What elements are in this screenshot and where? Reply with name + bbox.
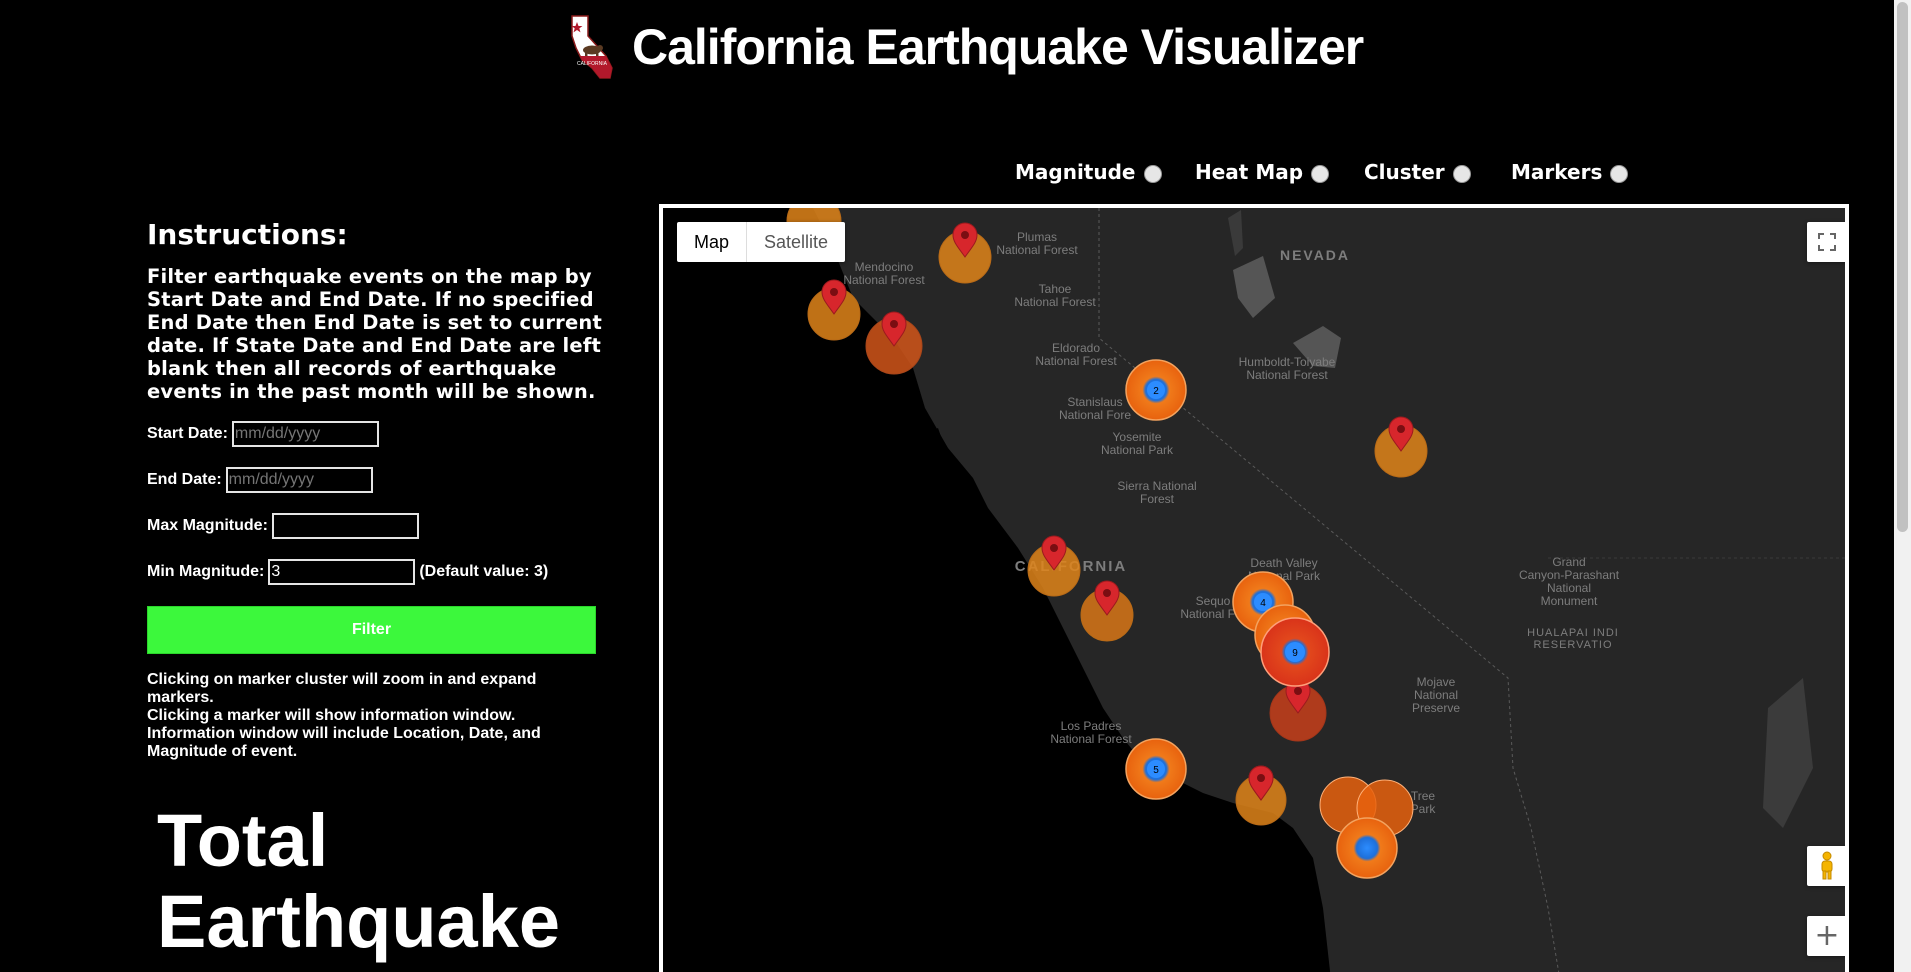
heat-map-radio[interactable] [1311,164,1330,183]
end-date-input[interactable] [225,467,373,493]
street-view-pegman-button[interactable] [1807,846,1845,886]
app-title: California Earthquake Visualizer [632,19,1364,75]
label-grand-canyon-3: National [1547,581,1591,595]
label-eldorado-1: Eldorado [1052,341,1100,355]
cluster-count: 5 [1153,765,1159,776]
earthquake-map[interactable]: NEVADA CALIFORNIA Plumas National Forest… [659,204,1849,972]
california-flag-state-icon: CALIFORNIA [571,15,613,79]
label-hualapai-1: HUALAPAI INDI [1527,627,1619,639]
help-text: Clicking on marker cluster will zoom in … [147,671,567,761]
label-grand-canyon-1: Grand [1552,555,1585,569]
zoom-in-button[interactable]: + [1807,916,1845,956]
instructions-text: Filter earthquake events on the map by S… [147,265,602,403]
label-mojave-3: Preserve [1412,701,1460,715]
label-mendocino-1: Mendocino [855,260,914,274]
label-yosemite-2: National Park [1101,443,1174,457]
total-title-line2: Earthquake [157,880,561,963]
label-joshua-1: Tree [1411,789,1436,803]
filter-panel: Instructions: Filter earthquake events o… [147,218,602,962]
label-sierra-2: Forest [1140,492,1175,506]
toggle-markers[interactable]: Markers [1511,160,1629,184]
max-magnitude-row: Max Magnitude: [147,513,419,539]
cluster-2[interactable]: 2 [1125,359,1187,421]
start-date-label: Start Date: [147,425,228,442]
label-los-padres-1: Los Padres [1061,719,1122,733]
toggle-heat-map[interactable]: Heat Map [1195,160,1330,184]
plus-icon: + [1814,918,1840,953]
max-magnitude-input[interactable] [271,513,419,539]
fullscreen-icon [1818,233,1836,251]
help-line-marker: Clicking a marker will show information … [147,707,516,724]
toggle-markers-label: Markers [1511,160,1603,184]
instructions-heading: Instructions: [147,218,348,251]
start-date-row: Start Date: [147,421,379,447]
cluster-radio[interactable] [1452,164,1471,183]
min-magnitude-input[interactable] [268,559,416,585]
fullscreen-button[interactable] [1807,222,1845,262]
label-grand-canyon-2: Canyon-Parashant [1519,568,1620,582]
map-type-control: Map Satellite [677,222,846,262]
toggle-magnitude-label: Magnitude [1015,160,1136,184]
total-title-line1: Total [157,799,329,882]
label-tahoe-1: Tahoe [1039,282,1072,296]
label-plumas-2: National Forest [996,243,1078,257]
label-los-padres-2: National Forest [1050,732,1132,746]
label-grand-canyon-4: Monument [1541,594,1598,608]
toggle-heat-map-label: Heat Map [1195,160,1304,184]
label-plumas-1: Plumas [1017,230,1057,244]
label-humboldt-2: National Forest [1246,368,1328,382]
help-line-info: Information window will include Location… [147,725,541,760]
app-header: CALIFORNIA California Earthquake Visuali… [0,0,1911,100]
cluster-count: 9 [1292,648,1298,659]
map-canvas[interactable]: NEVADA CALIFORNIA Plumas National Forest… [663,208,1845,972]
markers-radio[interactable] [1610,164,1629,183]
cluster-count: 4 [1260,598,1266,609]
label-hualapai-2: RESERVATIO [1533,639,1612,651]
help-line-cluster: Clicking on marker cluster will zoom in … [147,671,537,706]
end-date-row: End Date: [147,467,373,493]
toggle-cluster-label: Cluster [1364,160,1445,184]
label-tahoe-2: National Forest [1014,295,1096,309]
scrollbar-thumb[interactable] [1897,2,1908,532]
label-sierra-1: Sierra National [1117,479,1196,493]
label-sequoia-1: Sequo [1196,594,1231,608]
min-magnitude-default-note: (Default value: 3) [419,563,549,580]
label-mendocino-2: National Forest [843,273,925,287]
filter-button[interactable]: Filter [147,606,596,654]
layer-toggles: Magnitude Heat Map Cluster Markers [0,160,1911,190]
label-yosemite-1: Yosemite [1113,430,1162,444]
label-nevada: NEVADA [1280,247,1350,263]
map-type-map-button[interactable]: Map [677,222,748,262]
label-humboldt-1: Humboldt-Toiyabe [1239,355,1336,369]
toggle-cluster[interactable]: Cluster [1364,160,1471,184]
label-eldorado-2: National Forest [1035,354,1117,368]
label-sequoia-2: National Fo [1180,607,1242,621]
min-magnitude-label: Min Magnitude: [147,563,265,580]
label-mojave-2: National [1414,688,1458,702]
cluster-5[interactable]: 5 [1125,738,1187,800]
min-magnitude-row: Min Magnitude: (Default value: 3) [147,559,548,585]
label-mojave-1: Mojave [1417,675,1456,689]
page-scrollbar[interactable] [1894,0,1911,972]
svg-text:CALIFORNIA: CALIFORNIA [577,61,608,67]
label-stanislaus-2: National Fore [1059,408,1131,422]
magnitude-radio[interactable] [1143,164,1162,183]
end-date-label: End Date: [147,471,222,488]
toggle-magnitude[interactable]: Magnitude [1015,160,1162,184]
cluster-count: 2 [1153,386,1159,397]
pegman-icon [1821,851,1833,880]
label-stanislaus-1: Stanislaus [1067,395,1122,409]
label-joshua-2: Park [1411,802,1437,816]
total-earthquake-title: Total Earthquake [157,800,560,962]
cluster-partial[interactable] [1336,817,1398,879]
start-date-input[interactable] [231,421,379,447]
max-magnitude-label: Max Magnitude: [147,517,268,534]
label-death-valley-1: Death Valley [1250,556,1317,570]
map-type-satellite-button[interactable]: Satellite [747,222,845,262]
